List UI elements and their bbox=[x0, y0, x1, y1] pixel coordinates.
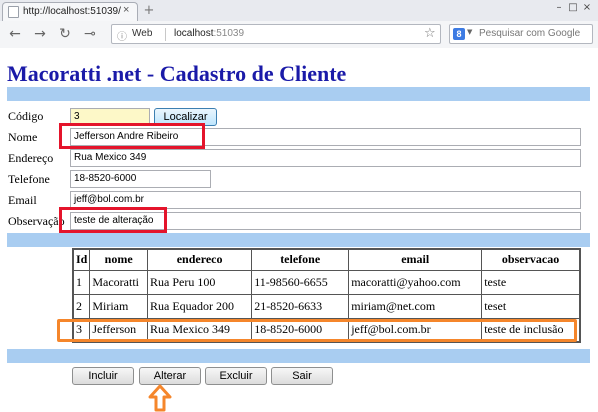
cell-telefone: 21-8520-6633 bbox=[251, 293, 350, 319]
cell-nome: Macoratti bbox=[89, 269, 149, 295]
page-content: Macoratti .net - Cadastro de Cliente Cód… bbox=[0, 49, 598, 412]
footer-band bbox=[7, 349, 590, 363]
site-info-icon[interactable]: ⓘ bbox=[117, 28, 127, 43]
col-header-telefone: telefone bbox=[251, 248, 350, 271]
table-row[interactable]: 1 Macoratti Rua Peru 100 11-98560-6655 m… bbox=[72, 269, 581, 295]
endereco-input[interactable]: Rua Mexico 349 bbox=[70, 149, 581, 167]
nome-highlight-box bbox=[59, 123, 205, 149]
minimize-icon[interactable]: – bbox=[552, 2, 566, 13]
cell-endereco: Rua Peru 100 bbox=[147, 269, 253, 295]
email-label: Email bbox=[8, 193, 37, 207]
google-icon[interactable]: 8 bbox=[453, 28, 465, 40]
excluir-button[interactable]: Excluir bbox=[205, 367, 267, 385]
key-icon[interactable]: ⊸ bbox=[81, 25, 99, 43]
reload-icon[interactable]: ↻ bbox=[56, 25, 74, 43]
cell-id: 1 bbox=[72, 269, 91, 295]
maximize-icon[interactable]: □ bbox=[566, 2, 580, 13]
tab-title: http://localhost:51039/ bbox=[23, 6, 121, 17]
telefone-label: Telefone bbox=[8, 172, 50, 186]
observacao-highlight-box bbox=[59, 207, 167, 233]
cell-nome: Miriam bbox=[89, 293, 149, 319]
alterar-button[interactable]: Alterar bbox=[139, 367, 201, 385]
close-window-icon[interactable]: × bbox=[580, 2, 594, 13]
up-arrow-icon bbox=[148, 384, 172, 412]
telefone-input[interactable]: 18-8520-6000 bbox=[70, 170, 211, 188]
omnibox-web-label: Web bbox=[132, 28, 153, 39]
middle-band bbox=[7, 233, 590, 247]
col-header-id: Id bbox=[72, 248, 91, 271]
cell-email: miriam@net.com bbox=[348, 293, 483, 319]
window-controls: – □ × bbox=[552, 2, 594, 13]
url-port: :51039 bbox=[213, 28, 245, 39]
browser-toolbar: ← → ↻ ⊸ ⓘ Web localhost:51039 ☆ 8 ▼ Pesq… bbox=[0, 21, 598, 48]
updated-row-highlight-box bbox=[57, 319, 577, 342]
browser-tab[interactable]: http://localhost:51039/ × bbox=[2, 2, 138, 21]
col-header-observacao: observacao bbox=[481, 248, 581, 271]
nome-label: Nome bbox=[8, 130, 38, 144]
col-header-endereco: endereco bbox=[147, 248, 253, 271]
page-title: Macoratti .net - Cadastro de Cliente bbox=[7, 61, 347, 86]
browser-chrome: http://localhost:51039/ × + – □ × ← → ↻ ⊸ … bbox=[0, 0, 598, 48]
search-placeholder: Pesquisar com Google bbox=[479, 28, 581, 39]
cell-observacao: teste bbox=[481, 269, 581, 295]
table-header-row: Id nome endereco telefone email observac… bbox=[72, 248, 581, 271]
cell-observacao: teset bbox=[481, 293, 581, 319]
col-header-nome: nome bbox=[89, 248, 149, 271]
search-box[interactable]: 8 ▼ Pesquisar com Google bbox=[449, 24, 593, 44]
codigo-label: Código bbox=[8, 109, 44, 123]
cell-email: macoratti@yahoo.com bbox=[348, 269, 483, 295]
tab-close-icon[interactable]: × bbox=[123, 4, 129, 16]
incluir-button[interactable]: Incluir bbox=[72, 367, 134, 385]
observacao-label: Observação bbox=[8, 214, 65, 228]
cell-id: 2 bbox=[72, 293, 91, 319]
cell-telefone: 11-98560-6655 bbox=[251, 269, 350, 295]
bookmark-star-icon[interactable]: ☆ bbox=[424, 26, 436, 41]
forward-icon[interactable]: → bbox=[31, 25, 49, 43]
sair-button[interactable]: Sair bbox=[271, 367, 333, 385]
url-text: localhost:51039 bbox=[174, 28, 244, 39]
omnibox-divider bbox=[165, 28, 166, 41]
new-tab-button[interactable]: + bbox=[142, 4, 156, 18]
page-favicon-icon bbox=[8, 6, 19, 18]
endereco-label: Endereço bbox=[8, 151, 54, 165]
url-host: localhost bbox=[174, 28, 214, 39]
table-row[interactable]: 2 Miriam Rua Equador 200 21-8520-6633 mi… bbox=[72, 293, 581, 319]
col-header-email: email bbox=[348, 248, 483, 271]
back-icon[interactable]: ← bbox=[6, 25, 24, 43]
address-bar[interactable]: ⓘ Web localhost:51039 ☆ bbox=[111, 24, 441, 44]
search-engine-dropdown-icon[interactable]: ▼ bbox=[467, 28, 472, 36]
header-band bbox=[7, 87, 590, 101]
cell-endereco: Rua Equador 200 bbox=[147, 293, 253, 319]
